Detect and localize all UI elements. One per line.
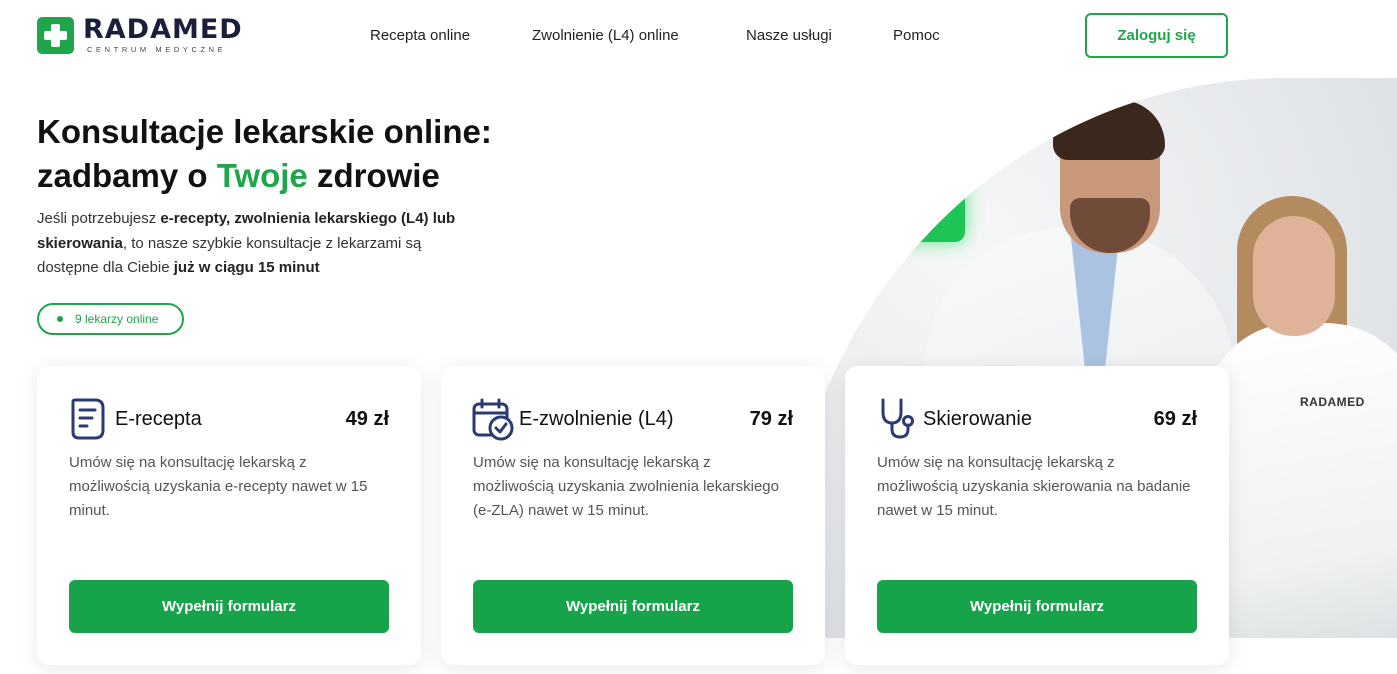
card-description: Umów się na konsultację lekarską z możli… xyxy=(877,454,1191,519)
brand-text: RADAMED CENTRUM MEDYCZNE xyxy=(83,14,243,55)
doctors-online-badge: 9 lekarzy online xyxy=(37,303,184,335)
card-description: Umów się na konsultację lekarską z możli… xyxy=(69,454,368,519)
nav-link-pomoc[interactable]: Pomoc xyxy=(893,27,940,44)
nav-link-zwolnienie[interactable]: Zwolnienie (L4) online xyxy=(532,27,679,44)
fill-form-button-skierowanie[interactable]: Wypełnij formularz xyxy=(877,580,1197,633)
nav-link-uslugi[interactable]: Nasze usługi xyxy=(746,27,832,44)
coat-logo-text: RADAMED xyxy=(1300,395,1365,409)
card-title: Skierowanie xyxy=(923,408,1032,430)
service-card-ezwolnienie: E-zwolnienie (L4) 79 zł Umów się na kons… xyxy=(441,366,825,665)
login-button[interactable]: Zaloguj się xyxy=(1085,13,1228,58)
illuminated-cross-sign xyxy=(863,142,965,242)
brand-name: RADAMED xyxy=(83,14,243,45)
fill-form-button-ezwolnienie[interactable]: Wypełnij formularz xyxy=(473,580,793,633)
status-dot-icon xyxy=(57,316,63,322)
hero-title-accent: Twoje xyxy=(216,157,308,194)
nav-link-recepta[interactable]: Recepta online xyxy=(370,27,470,44)
hero-title: Konsultacje lekarskie online: zadbamy o … xyxy=(37,113,492,194)
hero-description: Jeśli potrzebujesz e-recepty, zwolnienia… xyxy=(37,210,456,276)
card-description: Umów się na konsultację lekarską z możli… xyxy=(473,454,779,519)
card-title: E-zwolnienie (L4) xyxy=(519,408,674,430)
card-price: 49 zł xyxy=(345,408,389,430)
card-price: 69 zł xyxy=(1153,408,1197,430)
brand-tagline: CENTRUM MEDYCZNE xyxy=(87,45,227,54)
service-card-erecepta: E-recepta 49 zł Umów się na konsultację … xyxy=(37,366,421,665)
site-header: RADAMED CENTRUM MEDYCZNE Recepta online … xyxy=(0,0,1397,72)
card-title: E-recepta xyxy=(115,408,202,430)
card-price: 79 zł xyxy=(749,408,793,430)
service-card-skierowanie: Skierowanie 69 zł Umów się na konsultacj… xyxy=(845,366,1229,665)
calendar-check-icon xyxy=(472,398,514,441)
prescription-icon xyxy=(71,398,105,440)
fill-form-button-erecepta[interactable]: Wypełnij formularz xyxy=(69,580,389,633)
stethoscope-icon xyxy=(881,398,914,439)
medical-cross-icon xyxy=(37,16,74,54)
brand-logo[interactable]: RADAMED CENTRUM MEDYCZNE xyxy=(37,16,243,54)
